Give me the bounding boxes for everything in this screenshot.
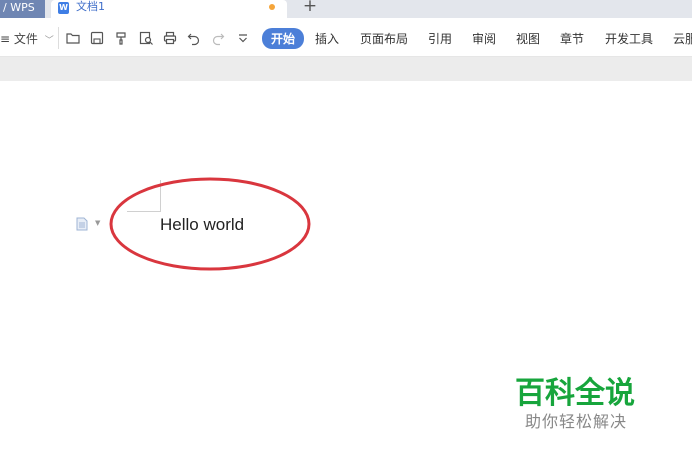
unsaved-dot-icon <box>269 4 275 10</box>
wps-tab-label: WPS <box>10 1 35 14</box>
writer-doc-icon: W <box>58 2 69 14</box>
new-tab-button[interactable]: + <box>300 0 320 16</box>
tab-references[interactable]: 引用 <box>428 30 452 47</box>
tab-bar: / WPS W 文档1 + <box>0 0 692 18</box>
undo-icon[interactable] <box>186 30 202 46</box>
tab-page-layout[interactable]: 页面布局 <box>360 30 408 47</box>
caret-down-icon[interactable]: ▼ <box>95 219 100 227</box>
print-preview-icon[interactable] <box>138 30 154 46</box>
tab-developer[interactable]: 开发工具 <box>605 30 653 47</box>
format-painter-icon[interactable] <box>114 30 130 46</box>
chevron-down-icon: ﹀ <box>44 36 54 46</box>
redo-icon[interactable] <box>210 30 226 46</box>
ribbon-band <box>0 57 692 81</box>
save-icon[interactable] <box>89 30 105 46</box>
annotation-ellipse <box>109 177 311 271</box>
document-tab-title: 文档1 <box>76 0 105 13</box>
file-menu-label: 文件 <box>13 32 38 46</box>
tab-section[interactable]: 章节 <box>560 30 584 47</box>
tab-cloud[interactable]: 云服务 <box>673 30 692 47</box>
tab-insert[interactable]: 插入 <box>315 30 339 47</box>
paragraph-layout-icon[interactable] <box>76 216 88 231</box>
document-tab[interactable]: W 文档1 <box>51 0 287 18</box>
wps-home-tab[interactable]: / WPS <box>0 0 45 18</box>
tab-review[interactable]: 审阅 <box>472 30 496 47</box>
watermark-title: 百科全说 <box>515 376 635 411</box>
toolbar-divider <box>58 27 59 49</box>
wps-tab-prefix: / <box>3 1 7 14</box>
toolbar: ≡ 文件 ﹀ 开始 插入 页面布局 引用 审阅 视图 章节 开发工具 云服务 <box>0 18 692 57</box>
open-folder-icon[interactable] <box>65 30 81 46</box>
menu-icon: ≡ <box>0 32 11 46</box>
customize-dropdown-icon[interactable] <box>235 30 251 46</box>
tab-home[interactable]: 开始 <box>262 28 305 49</box>
print-icon[interactable] <box>162 30 178 46</box>
tab-view[interactable]: 视图 <box>516 30 540 47</box>
file-menu-button[interactable]: ≡ 文件 ﹀ <box>0 30 54 47</box>
watermark-subtitle: 助你轻松解决 <box>525 412 628 431</box>
